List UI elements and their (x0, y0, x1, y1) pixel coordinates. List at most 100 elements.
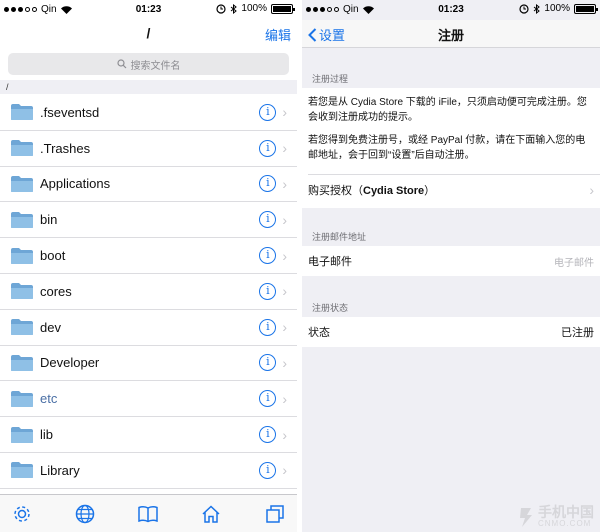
file-browser-screen: Qin 01:23 100% / 编辑 搜索文件名 / .fseventsd i ›… (0, 0, 297, 532)
section-header-registration-process: 注册过程 (312, 74, 349, 84)
chevron-right-icon: › (282, 211, 287, 228)
purchase-license-label: 购买授权（Cydia Store） (308, 185, 436, 197)
folder-icon (11, 140, 33, 157)
bluetooth-icon (231, 3, 238, 14)
file-name: .Trashes (40, 140, 91, 156)
watermark: 手机中国 CNMO.COM (517, 505, 594, 528)
chevron-right-icon: › (282, 283, 287, 300)
watermark-logo-icon (520, 507, 532, 527)
info-icon[interactable]: i (259, 282, 277, 300)
email-field[interactable]: 电子邮件 (554, 254, 594, 269)
registration-info-text-2: 若您得到免费注册号，或经 PayPal 付款，请在下面输入您的电邮地址，会于回到… (308, 135, 586, 161)
watermark-text: 手机中国 (538, 504, 594, 520)
info-icon[interactable]: i (259, 461, 277, 479)
file-row[interactable]: etc i › (0, 381, 297, 418)
gear-icon[interactable] (11, 503, 33, 525)
edit-button[interactable]: 编辑 (265, 25, 291, 44)
search-placeholder: 搜索文件名 (130, 60, 181, 72)
book-icon[interactable] (137, 503, 159, 525)
globe-icon[interactable] (74, 503, 96, 525)
status-value: 已注册 (561, 327, 594, 339)
folder-icon (11, 354, 33, 371)
email-label: 电子邮件 (308, 256, 352, 268)
file-name: Developer (40, 355, 100, 371)
folder-icon (11, 426, 33, 443)
chevron-right-icon: › (282, 426, 287, 443)
file-row[interactable]: bin i › (0, 202, 297, 239)
folder-icon (11, 390, 33, 407)
section-header-status: 注册状态 (312, 303, 349, 313)
page-title: / (146, 25, 151, 41)
tab-bar (0, 494, 297, 532)
search-bar: 搜索文件名 (0, 50, 297, 78)
status-row: 状态 已注册 (302, 317, 600, 347)
file-name: etc (40, 391, 58, 407)
status-bar: Qin 01:23 100% (0, 0, 297, 20)
chevron-right-icon: › (282, 175, 287, 192)
chevron-right-icon: › (282, 319, 287, 336)
registration-info-text-1: 若您是从 Cydia Store 下载的 iFile，只须启动便可完成注册。您会… (308, 97, 587, 123)
file-list: .fseventsd i › .Trashes i › Applications i › bin i… (0, 95, 297, 489)
file-name: lib (40, 427, 54, 443)
section-header-email: 注册邮件地址 (312, 232, 367, 242)
purchase-license-row[interactable]: 购买授权（Cydia Store） › (302, 175, 600, 205)
folder-icon (11, 319, 33, 336)
folder-icon (11, 283, 33, 300)
info-icon[interactable]: i (259, 247, 277, 265)
info-icon[interactable]: i (259, 354, 277, 372)
alarm-icon (216, 3, 227, 14)
file-row[interactable]: cores i › (0, 274, 297, 310)
info-icon[interactable]: i (259, 139, 277, 157)
settings-register-screen: Qin 01:23 100% 设置 注册 注册过程 若您是从 Cydia Sto… (302, 0, 600, 532)
file-name: Library (40, 462, 80, 478)
battery-icon (574, 3, 598, 14)
info-icon[interactable]: i (259, 426, 277, 444)
folder-icon (11, 211, 33, 228)
file-row[interactable]: .Trashes i › (0, 131, 297, 167)
file-row[interactable]: .fseventsd i › (0, 95, 297, 131)
file-name: bin (40, 212, 58, 228)
status-bar: Qin 01:23 100% (302, 0, 600, 20)
email-row[interactable]: 电子邮件 电子邮件 (302, 246, 600, 276)
chevron-right-icon: › (282, 462, 287, 479)
info-icon[interactable]: i (259, 103, 277, 121)
status-label: 状态 (308, 327, 330, 339)
file-name: boot (40, 248, 66, 264)
info-icon[interactable]: i (259, 390, 277, 408)
chevron-right-icon: › (282, 390, 287, 407)
windows-icon[interactable] (264, 503, 286, 525)
battery-percent: 100% (544, 3, 570, 14)
folder-icon (11, 175, 33, 192)
chevron-right-icon: › (282, 104, 287, 121)
page-title: 注册 (437, 28, 464, 43)
search-icon (116, 59, 126, 69)
home-icon[interactable] (200, 503, 222, 525)
search-input[interactable]: 搜索文件名 (8, 53, 289, 75)
folder-icon (11, 462, 33, 479)
file-row[interactable]: boot i › (0, 238, 297, 274)
file-name: Applications (40, 176, 111, 192)
chevron-right-icon: › (589, 182, 594, 198)
file-name: dev (40, 319, 61, 335)
info-icon[interactable]: i (259, 175, 277, 193)
chevron-right-icon: › (282, 247, 287, 264)
path-indicator: / (0, 80, 297, 94)
bluetooth-icon (534, 3, 541, 14)
alarm-icon (519, 3, 530, 14)
watermark-sub: CNMO.COM (538, 519, 592, 528)
file-name: .fseventsd (40, 104, 100, 120)
battery-percent: 100% (241, 3, 267, 14)
file-row[interactable]: Developer i › (0, 346, 297, 382)
file-name: cores (40, 283, 72, 299)
file-row[interactable]: Applications i › (0, 167, 297, 203)
file-row[interactable]: dev i › (0, 310, 297, 346)
nav-bar: / 编辑 (0, 20, 297, 48)
file-row[interactable]: Library i › (0, 453, 297, 489)
info-icon[interactable]: i (259, 318, 277, 336)
info-icon[interactable]: i (259, 211, 277, 229)
folder-icon (11, 247, 33, 264)
file-row[interactable]: lib i › (0, 417, 297, 453)
nav-bar: 设置 注册 (302, 20, 600, 48)
folder-icon (11, 104, 33, 121)
battery-icon (271, 3, 295, 14)
